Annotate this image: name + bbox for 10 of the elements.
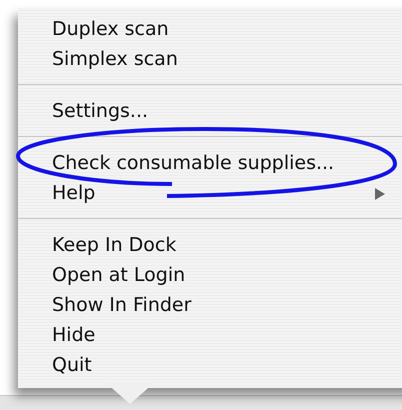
menu-item[interactable]: Open at Login	[52, 264, 186, 286]
menu-item[interactable]: Settings...	[52, 100, 148, 122]
menu-item[interactable]: Duplex scan	[52, 18, 169, 40]
menu-item[interactable]: Hide	[52, 324, 96, 346]
menu-item[interactable]: Keep In Dock	[52, 234, 176, 256]
menu-item[interactable]: Simplex scan	[52, 48, 178, 70]
menu-item[interactable]: Check consumable supplies...	[52, 152, 334, 174]
menu-item[interactable]: Show In Finder	[52, 294, 192, 316]
menu-item[interactable]: Help	[52, 182, 96, 204]
menu-item[interactable]: Quit	[52, 354, 92, 376]
